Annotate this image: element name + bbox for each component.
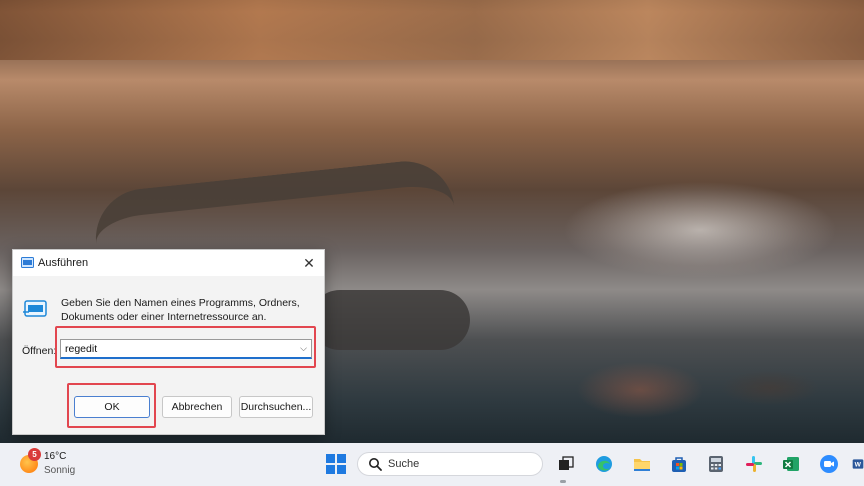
start-icon[interactable]	[326, 454, 346, 474]
browse-button[interactable]: Durchsuchen...	[239, 396, 313, 418]
wallpaper-treeline	[0, 0, 864, 60]
wallpaper-rock	[310, 290, 470, 350]
excel-icon[interactable]	[781, 454, 801, 474]
active-indicator	[560, 480, 566, 483]
calculator-icon[interactable]	[706, 454, 726, 474]
taskbar-search[interactable]: Suche	[357, 452, 543, 476]
task-view-icon[interactable]	[556, 454, 576, 474]
ok-highlight-box	[67, 383, 156, 428]
close-button[interactable]: ✕	[300, 254, 318, 272]
input-highlight-box	[55, 326, 316, 368]
store-icon[interactable]	[669, 454, 689, 474]
wallpaper-mountain-reflection	[520, 170, 864, 300]
weather-condition: Sonnig	[44, 465, 76, 476]
search-icon	[369, 458, 382, 471]
run-dialog: Ausführen ✕ Geben Sie den Namen eines Pr…	[12, 249, 325, 435]
word-icon[interactable]: W	[852, 454, 864, 474]
close-icon: ✕	[303, 255, 315, 271]
edge-icon[interactable]	[594, 454, 614, 474]
cancel-button[interactable]: Abbrechen	[162, 396, 232, 418]
run-app-icon	[21, 257, 34, 268]
open-label: Öffnen:	[22, 345, 57, 357]
slack-icon[interactable]	[744, 454, 764, 474]
dialog-titlebar[interactable]: Ausführen ✕	[13, 250, 324, 276]
zoom-icon[interactable]	[819, 454, 839, 474]
taskbar: 5 16°C Sonnig Suche W	[0, 443, 864, 486]
dialog-title: Ausführen	[38, 257, 89, 269]
svg-text:W: W	[855, 462, 862, 469]
file-explorer-icon[interactable]	[632, 454, 652, 474]
dialog-description: Geben Sie den Namen eines Programms, Ord…	[61, 297, 300, 323]
notification-badge: 5	[28, 448, 41, 461]
search-placeholder: Suche	[388, 458, 420, 470]
run-program-icon	[23, 300, 47, 317]
weather-temperature: 16°C	[44, 451, 67, 462]
